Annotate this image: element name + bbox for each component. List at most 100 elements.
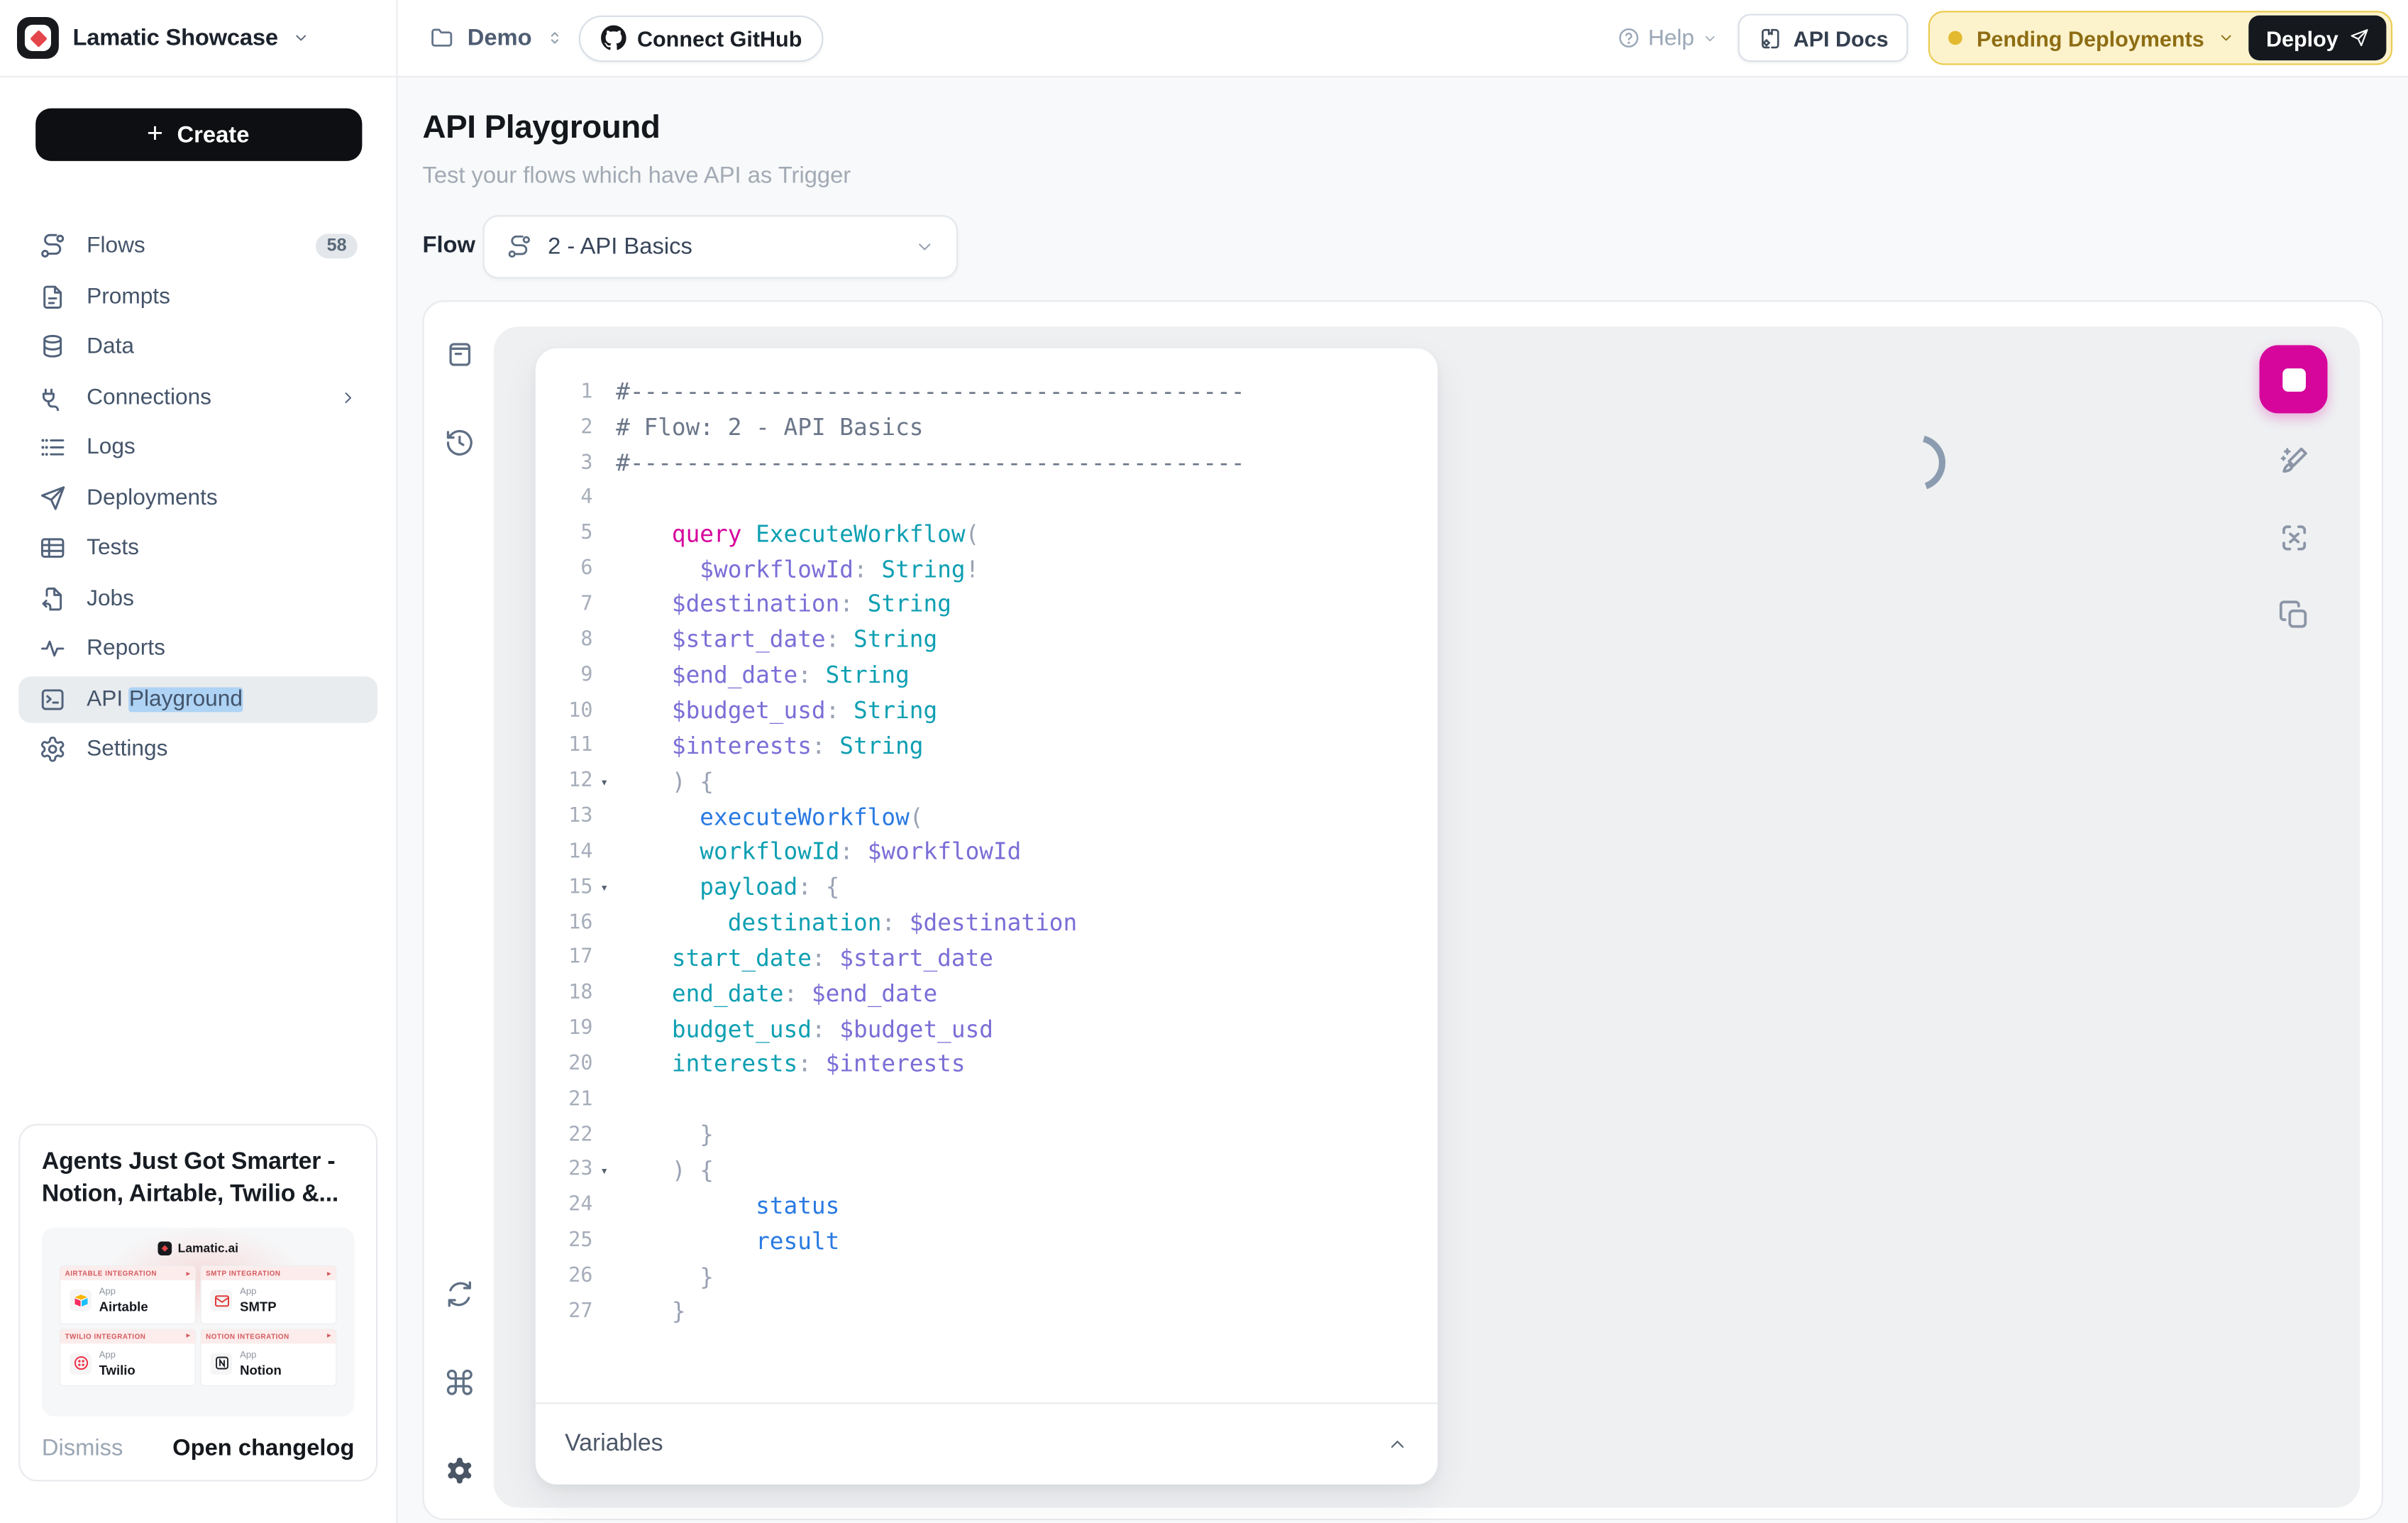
line-number: 27 <box>536 1300 593 1324</box>
create-button[interactable]: + Create <box>35 109 361 161</box>
deployments-icon <box>39 484 67 512</box>
variables-label: Variables <box>565 1430 663 1458</box>
sidebar-item-logs[interactable]: Logs <box>18 424 377 471</box>
fold-gutter <box>592 992 616 995</box>
flow-icon <box>506 233 532 260</box>
code-text: budget_usd: $budget_usd <box>616 1015 993 1043</box>
command-shortcuts-icon[interactable] <box>443 1367 475 1398</box>
code-text: destination: $destination <box>616 909 1077 937</box>
smtp-logo-icon <box>211 1290 233 1312</box>
connect-github-label: Connect GitHub <box>637 26 802 50</box>
twilio-logo-icon <box>70 1353 92 1375</box>
sidebar-item-connections[interactable]: Connections <box>18 374 377 420</box>
code-line: 10 $budget_usd: String <box>536 693 1438 728</box>
fold-arrow-icon[interactable]: ▾ <box>592 772 616 791</box>
flow-label: Flow <box>422 232 475 258</box>
docs-book-icon[interactable] <box>443 339 475 370</box>
workspace-switcher[interactable]: Lamatic Showcase <box>0 0 396 77</box>
code-text: $interests: String <box>616 732 923 759</box>
connect-github-button[interactable]: Connect GitHub <box>578 15 824 61</box>
sidebar-item-flows[interactable]: Flows58 <box>18 223 377 269</box>
merge-fragments-icon[interactable] <box>2275 520 2311 556</box>
promo-app-kind: App <box>240 1287 277 1299</box>
chevron-down-icon[interactable] <box>2218 29 2235 46</box>
line-number: 1 <box>536 380 593 404</box>
chevron-down-icon <box>915 237 934 257</box>
stop-execution-button[interactable] <box>2260 345 2328 413</box>
code-text: $destination: String <box>616 590 951 618</box>
sidebar-item-api-playground[interactable]: API Playground <box>18 676 377 722</box>
pending-deployments-label[interactable]: Pending Deployments <box>1977 26 2204 50</box>
prettify-icon[interactable] <box>2275 443 2311 478</box>
code-text: status <box>616 1192 839 1219</box>
line-number: 23 <box>536 1159 593 1182</box>
code-line: 14 workflowId: $workflowId <box>536 835 1438 870</box>
line-number: 10 <box>536 699 593 722</box>
line-number: 24 <box>536 1194 593 1217</box>
editor-settings-gear-icon[interactable] <box>443 1455 475 1486</box>
variables-bar[interactable]: Variables <box>536 1402 1438 1485</box>
sidebar-item-tests[interactable]: Tests <box>18 524 377 571</box>
changelog-promo-image: Lamatic.ai AIRTABLE INTEGRATION▸AppAirta… <box>42 1228 355 1417</box>
sidebar-item-prompts[interactable]: Prompts <box>18 273 377 319</box>
fold-arrow-icon[interactable]: ▾ <box>592 1161 616 1180</box>
code-line: 9 $end_date: String <box>536 657 1438 693</box>
api-docs-button[interactable]: API Docs <box>1738 14 1909 62</box>
send-icon <box>2349 28 2369 48</box>
sidebar-item-label: Settings <box>87 737 167 762</box>
flow-select[interactable]: 2 - API Basics <box>483 215 959 278</box>
fold-gutter <box>592 568 616 571</box>
lamatic-logo-icon <box>17 17 59 59</box>
code-editor[interactable]: 1#--------------------------------------… <box>536 348 1438 1402</box>
promo-app-name: SMTP <box>240 1299 277 1315</box>
help-menu[interactable]: Help <box>1617 26 1717 50</box>
code-text: interests: $interests <box>616 1050 965 1078</box>
line-number: 21 <box>536 1088 593 1111</box>
app-root: Lamatic Showcase + Create Flows58Prompts… <box>0 0 2408 1523</box>
fold-gutter <box>592 497 616 500</box>
notion-logo-icon <box>211 1353 233 1375</box>
code-line: 18 end_date: $end_date <box>536 976 1438 1011</box>
editor-actions <box>2260 345 2328 633</box>
line-number: 5 <box>536 522 593 546</box>
selected-text: Playground <box>129 686 243 711</box>
line-number: 22 <box>536 1123 593 1147</box>
promo-app-header: NOTION INTEGRATION <box>206 1332 289 1340</box>
promo-app-card: SMTP INTEGRATION▸AppSMTP <box>201 1266 336 1323</box>
sidebar-item-label: Jobs <box>87 586 134 611</box>
line-number: 7 <box>536 593 593 616</box>
code-text: $budget_usd: String <box>616 697 937 725</box>
sidebar-item-jobs[interactable]: Jobs <box>18 575 377 621</box>
copy-icon[interactable] <box>2275 598 2311 633</box>
sidebar-item-data[interactable]: Data <box>18 324 377 370</box>
deploy-button[interactable]: Deploy <box>2249 16 2386 60</box>
code-text: $start_date: String <box>616 626 937 654</box>
promo-play-icon: ▸ <box>327 1268 331 1277</box>
reports-icon <box>39 634 67 662</box>
fold-arrow-icon[interactable]: ▾ <box>592 878 616 896</box>
code-line: 16 destination: $destination <box>536 905 1438 940</box>
sidebar-item-deployments[interactable]: Deployments <box>18 475 377 521</box>
project-switcher[interactable]: Demo <box>429 25 564 51</box>
promo-app-name: Twilio <box>99 1362 136 1378</box>
settings-icon <box>39 735 67 763</box>
refresh-icon[interactable] <box>443 1279 475 1310</box>
sidebar-item-settings[interactable]: Settings <box>18 726 377 772</box>
fold-gutter <box>592 1239 616 1242</box>
help-label: Help <box>1648 26 1694 50</box>
promo-app-kind: App <box>99 1349 136 1362</box>
history-icon[interactable] <box>443 427 475 458</box>
sidebar-item-reports[interactable]: Reports <box>18 625 377 671</box>
open-changelog-button[interactable]: Open changelog <box>172 1435 354 1461</box>
code-line: 17 start_date: $start_date <box>536 940 1438 976</box>
main-content: API Playground Test your flows which hav… <box>398 77 2408 1523</box>
query-editor-card: 1#--------------------------------------… <box>536 348 1438 1485</box>
chevron-up-icon <box>1386 1434 1408 1456</box>
sidebar-item-label: Tests <box>87 536 139 561</box>
line-number: 2 <box>536 416 593 439</box>
promo-app-card: TWILIO INTEGRATION▸AppTwilio <box>60 1329 195 1386</box>
sidebar-menu: Flows58Prompts DataConnectionsLogsDeploym… <box>0 223 396 772</box>
terminal-icon <box>39 685 67 713</box>
playground-surface: 1#--------------------------------------… <box>494 326 2360 1507</box>
dismiss-button[interactable]: Dismiss <box>42 1435 123 1461</box>
